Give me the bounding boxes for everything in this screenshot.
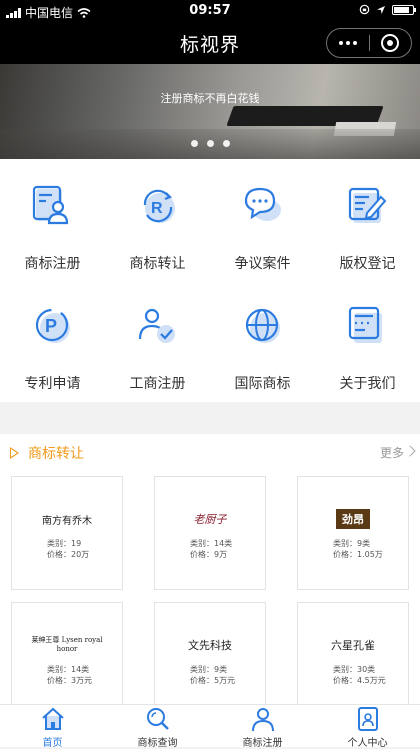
trademark-category: 类别：14类 [47,665,90,674]
close-circle-icon [381,34,400,52]
trademark-price: 价格：9万 [190,550,228,559]
trademark-logo: 六星孔雀 [331,639,375,652]
svg-text:R: R [151,200,163,217]
service-patent-apply[interactable]: P 专利申请 [0,279,105,399]
service-grid: 商标注册 R 商标转让 争议案件 版权登记 P 专利申请 工商注册 国际商标 关… [0,159,420,402]
trademark-card[interactable]: 文先科技 类别：9类价格：5万元 [154,602,266,716]
trademark-logo: 文先科技 [188,639,232,652]
trademark-logo: 劲昂 [336,509,370,529]
service-label: 关于我们 [339,376,396,392]
carousel-dot[interactable] [206,140,214,147]
carousel-dot[interactable] [222,140,230,147]
trademark-category: 类别：19 [47,539,82,548]
trademark-price: 价格：1.05万 [333,550,383,559]
service-label: 商标注册 [24,256,81,272]
svg-text:P: P [45,316,57,336]
trademark-transfer-icon: R [143,189,175,223]
service-label: 商标转让 [129,256,186,272]
tab-home[interactable]: 首页 [0,705,105,749]
service-label: 国际商标 [234,376,291,392]
trademark-logo: 莱绅王尊 Lysen royal honor [31,636,103,653]
clock: 09:57 [189,3,231,18]
search-icon [147,708,169,730]
service-business-register[interactable]: 工商注册 [105,279,210,399]
miniapp-capsule [326,28,412,58]
trademark-category: 类别：9类 [333,539,371,548]
trademark-price: 价格：5万元 [190,676,236,685]
patent-apply-icon: P [35,308,70,343]
trademark-card[interactable]: 劲昂 类别：9类价格：1.05万 [297,476,409,590]
section-header: 商标转让 更多 [0,434,420,472]
service-copyright-register[interactable]: 版权登记 [315,159,420,279]
business-register-icon [138,308,175,343]
trademark-transfer-section: 商标转让 更多 南方有乔木 类别：19 价格：20万 老厨子 类别：14类 价格：9… [0,434,420,716]
battery-icon [392,4,416,15]
trademark-card[interactable]: 六星孔雀 类别：30类价格：4.5万元 [297,602,409,716]
profile-card-icon [358,707,378,731]
trademark-category: 类别：9类 [190,665,228,674]
banner-carousel[interactable]: 注册商标不再白花钱 [0,64,420,159]
trademark-card[interactable]: 莱绅王尊 Lysen royal honor 类别：14类 价格：3万元 [11,602,123,716]
trademark-logo: 南方有乔木 [42,515,92,527]
trademark-card[interactable]: 老厨子 类别：14类 价格：9万 [154,476,266,590]
dispute-case-icon [244,187,281,221]
trademark-logo: 老厨子 [193,513,227,526]
service-international-trademark[interactable]: 国际商标 [210,279,315,399]
copyright-register-icon [348,187,387,223]
trademark-category: 类别：30类 [333,665,376,674]
trademark-register-icon [32,185,69,225]
service-label: 专利申请 [24,376,81,392]
bottom-tab-bar: 首页 商标查询 商标注册 个人中心 [0,704,420,749]
about-us-icon [348,306,382,343]
section-title: 商标转让 [28,446,84,462]
service-label: 工商注册 [129,376,186,392]
chevron-right-icon[interactable] [404,445,416,457]
trademark-category: 类别：14类 [190,539,233,548]
service-label: 版权登记 [339,256,396,272]
close-miniapp-button[interactable] [370,29,411,57]
play-arrow-icon [10,447,19,459]
service-dispute-case[interactable]: 争议案件 [210,159,315,279]
location-icon [377,5,385,14]
trademark-price: 价格：3万元 [47,676,93,685]
service-about-us[interactable]: 关于我们 [315,279,420,399]
service-trademark-transfer[interactable]: R 商标转让 [105,159,210,279]
tab-profile[interactable]: 个人中心 [315,705,420,749]
service-trademark-register[interactable]: 商标注册 [0,159,105,279]
home-icon [42,707,64,730]
more-menu-button[interactable] [327,29,369,57]
tab-trademark-search[interactable]: 商标查询 [105,705,210,749]
banner-caption: 注册商标不再白花钱 [160,92,260,105]
nav-bar: 标视界 [0,22,420,64]
orientation-lock-icon [359,4,370,15]
more-link[interactable]: 更多 [380,444,404,461]
international-trademark-icon [245,308,280,343]
service-label: 争议案件 [234,256,291,272]
trademark-price: 价格：20万 [47,550,90,559]
carousel-dot[interactable] [190,140,198,147]
trademark-price: 价格：4.5万元 [333,676,386,685]
trademark-card[interactable]: 南方有乔木 类别：19 价格：20万 [11,476,123,590]
user-icon [252,708,274,732]
tab-trademark-register[interactable]: 商标注册 [210,705,315,749]
carousel-indicator [0,140,420,147]
status-bar: 中国电信 09:57 [0,0,420,22]
